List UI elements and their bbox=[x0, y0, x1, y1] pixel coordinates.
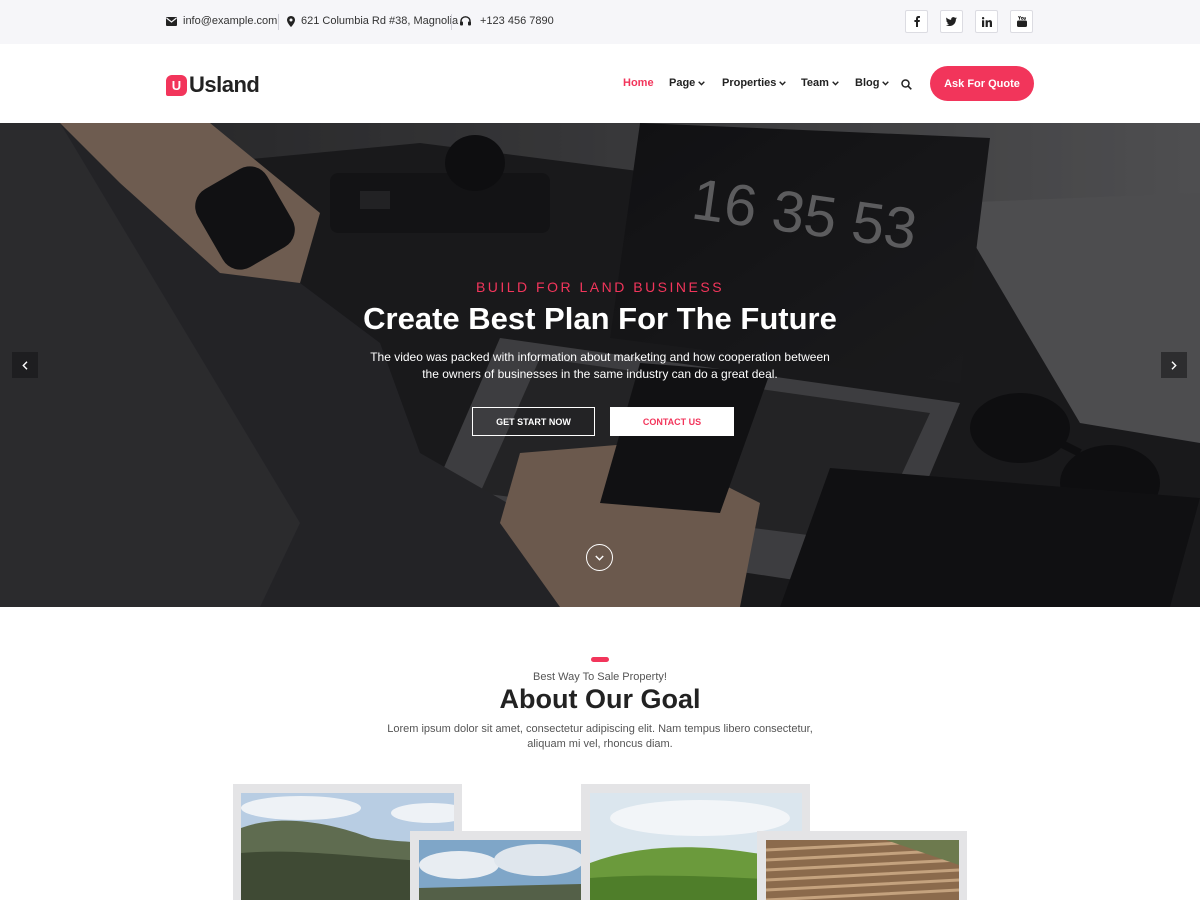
address-contact: 621 Columbia Rd #38, Magnolia bbox=[287, 15, 458, 27]
divider bbox=[451, 14, 452, 30]
hero-description: The video was packed with information ab… bbox=[370, 350, 830, 381]
map-pin-icon bbox=[287, 15, 295, 27]
get-start-now-button[interactable]: GET START NOW bbox=[472, 407, 595, 436]
site-header: U Usland Home Page Properties Team Blog … bbox=[0, 44, 1200, 123]
divider bbox=[278, 14, 279, 30]
phone-text: +123 456 7890 bbox=[480, 15, 554, 27]
headset-icon bbox=[460, 16, 471, 26]
nav-label: Page bbox=[669, 77, 696, 89]
top-bar: info@example.com 621 Columbia Rd #38, Ma… bbox=[0, 0, 1200, 44]
chevron-down-icon bbox=[832, 80, 839, 86]
nav-label: Team bbox=[801, 77, 829, 89]
email-contact[interactable]: info@example.com bbox=[166, 15, 277, 27]
chevron-down-icon bbox=[779, 80, 787, 86]
scroll-down-button[interactable] bbox=[586, 544, 613, 571]
chevron-down-icon bbox=[595, 555, 604, 561]
chevron-down-icon bbox=[698, 80, 706, 86]
ask-for-quote-button[interactable]: Ask For Quote bbox=[930, 66, 1034, 101]
logo[interactable]: U Usland bbox=[166, 72, 260, 98]
email-text: info@example.com bbox=[183, 15, 278, 27]
section-accent-bar bbox=[591, 657, 609, 662]
nav-properties[interactable]: Properties bbox=[722, 77, 787, 89]
linkedin-icon bbox=[981, 16, 992, 27]
photo-image bbox=[419, 840, 581, 900]
youtube-link[interactable] bbox=[1010, 10, 1033, 33]
gallery-photo-sky[interactable] bbox=[410, 831, 588, 900]
about-title: About Our Goal bbox=[499, 684, 701, 714]
facebook-icon bbox=[913, 16, 920, 27]
hero-eyebrow: BUILD FOR LAND BUSINESS bbox=[475, 279, 725, 295]
nav-label: Home bbox=[623, 77, 654, 89]
nav-label: Properties bbox=[722, 77, 777, 89]
contact-us-button[interactable]: CONTACT US bbox=[610, 407, 734, 436]
slider-prev-button[interactable] bbox=[12, 352, 38, 378]
twitter-link[interactable] bbox=[940, 10, 963, 33]
hero-slider: 16 35 53 BUILD FOR LAND BUSINESS Create … bbox=[0, 123, 1200, 607]
youtube-icon bbox=[1016, 16, 1027, 27]
about-description: Lorem ipsum dolor sit amet, consectetur … bbox=[387, 723, 813, 750]
address-text: 621 Columbia Rd #38, Magnolia bbox=[301, 15, 459, 27]
photo-image bbox=[766, 840, 959, 900]
envelope-icon bbox=[166, 16, 177, 26]
twitter-icon bbox=[946, 17, 957, 26]
slider-next-button[interactable] bbox=[1161, 352, 1187, 378]
logo-text: Usland bbox=[189, 72, 260, 97]
phone-contact[interactable]: +123 456 7890 bbox=[460, 15, 554, 27]
chevron-right-icon bbox=[1171, 360, 1177, 370]
hero-title: Create Best Plan For The Future bbox=[363, 301, 837, 336]
gallery-photo-fields[interactable] bbox=[757, 831, 967, 900]
linkedin-link[interactable] bbox=[975, 10, 998, 33]
nav-page[interactable]: Page bbox=[669, 77, 706, 89]
nav-label: Blog bbox=[855, 77, 880, 89]
chevron-left-icon bbox=[22, 360, 28, 370]
nav-team[interactable]: Team bbox=[801, 77, 839, 89]
nav-home[interactable]: Home bbox=[623, 77, 654, 89]
search-button[interactable] bbox=[901, 77, 912, 95]
about-subtitle: Best Way To Sale Property! bbox=[533, 671, 667, 683]
facebook-link[interactable] bbox=[905, 10, 928, 33]
logo-mark: U bbox=[166, 74, 187, 96]
chevron-down-icon bbox=[882, 80, 890, 86]
nav-blog[interactable]: Blog bbox=[855, 77, 890, 89]
search-icon bbox=[901, 79, 912, 90]
